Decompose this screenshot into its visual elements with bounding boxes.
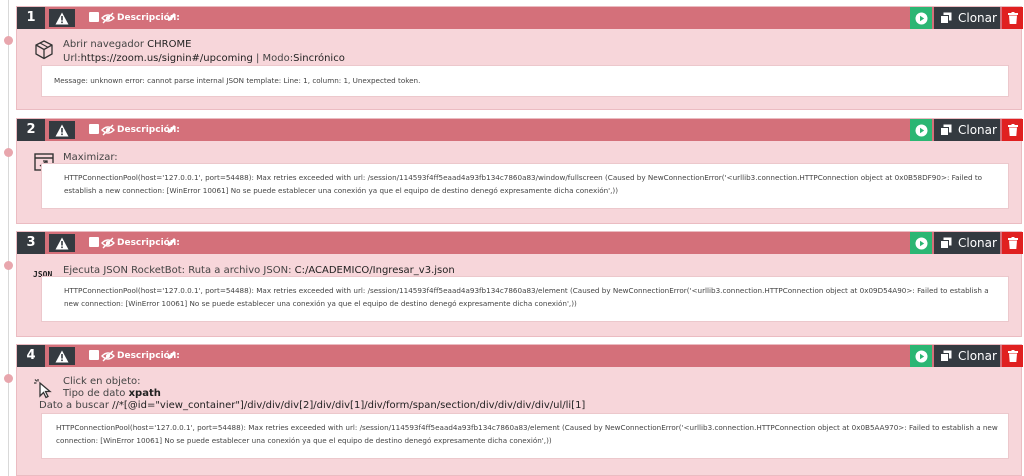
clone-label: Clonar <box>958 123 997 137</box>
timeline-dot <box>4 36 13 45</box>
error-message: HTTPConnectionPool(host='127.0.0.1', por… <box>41 163 1009 209</box>
command-param-type: Tipo de dato xpath <box>63 388 161 399</box>
clone-label: Clonar <box>958 349 997 363</box>
eye-slash-icon[interactable] <box>101 11 115 25</box>
command-header: 4 Descripción: Clonar <box>17 345 1023 367</box>
eye-slash-icon[interactable] <box>101 236 115 250</box>
delete-button[interactable] <box>1002 7 1023 29</box>
clone-label: Clonar <box>958 11 997 25</box>
copy-icon <box>940 124 952 136</box>
trash-icon <box>1007 12 1018 24</box>
command-title: Click en objeto: <box>63 376 141 387</box>
command-card: 3 Descripción: Clonar JSON Ejecuta JSON … <box>16 231 1023 337</box>
pencil-icon[interactable] <box>167 350 177 360</box>
enable-checkbox[interactable] <box>89 124 99 134</box>
error-message: HTTPConnectionPool(host='127.0.0.1', por… <box>41 276 1009 322</box>
timeline-dot <box>4 374 13 383</box>
clone-label: Clonar <box>958 236 997 250</box>
trash-icon <box>1007 237 1018 249</box>
play-icon <box>915 237 927 249</box>
command-card: 2 Descripción: Clonar Maximizar: HTTPCon… <box>16 118 1023 224</box>
command-card: 1 Descripción: Clonar Abrir navegador CH… <box>16 6 1023 110</box>
warning-icon[interactable] <box>47 345 77 367</box>
command-number: 3 <box>17 232 45 254</box>
clone-button[interactable]: Clonar <box>934 345 1000 367</box>
clone-button[interactable]: Clonar <box>934 119 1000 141</box>
cube-icon <box>35 40 53 60</box>
command-card: 4 Descripción: Clonar Click en objeto: T… <box>16 344 1023 476</box>
pencil-icon[interactable] <box>167 12 177 22</box>
cursor-click-icon <box>34 379 52 399</box>
pencil-icon[interactable] <box>167 124 177 134</box>
enable-checkbox[interactable] <box>89 350 99 360</box>
pencil-icon[interactable] <box>167 237 177 247</box>
command-params: Url:https://zoom.us/signin#/upcoming | M… <box>63 53 345 64</box>
warning-icon[interactable] <box>47 119 77 141</box>
run-button[interactable] <box>910 7 932 29</box>
clone-button[interactable]: Clonar <box>934 7 1000 29</box>
warning-icon[interactable] <box>47 232 77 254</box>
play-icon <box>915 350 927 362</box>
error-message: Message: unknown error: cannot parse int… <box>41 65 1009 97</box>
command-header: 2 Descripción: Clonar <box>17 119 1023 141</box>
trash-icon <box>1007 350 1018 362</box>
command-header: 3 Descripción: Clonar <box>17 232 1023 254</box>
copy-icon <box>940 237 952 249</box>
delete-button[interactable] <box>1002 232 1023 254</box>
timeline-dot <box>4 261 13 270</box>
warning-icon[interactable] <box>47 7 77 29</box>
command-param-selector: Dato a buscar //*[@id="view_container"]/… <box>39 400 586 411</box>
play-icon <box>915 12 927 24</box>
command-number: 4 <box>17 345 45 367</box>
error-message: HTTPConnectionPool(host='127.0.0.1', por… <box>41 413 1009 459</box>
delete-button[interactable] <box>1002 119 1023 141</box>
delete-button[interactable] <box>1002 345 1023 367</box>
run-button[interactable] <box>910 119 932 141</box>
trash-icon <box>1007 124 1018 136</box>
play-icon <box>915 124 927 136</box>
run-button[interactable] <box>910 232 932 254</box>
command-title: Abrir navegador CHROME <box>63 39 192 50</box>
timeline-dot <box>4 148 13 157</box>
command-number: 1 <box>17 7 45 29</box>
eye-slash-icon[interactable] <box>101 123 115 137</box>
command-header: 1 Descripción: Clonar <box>17 7 1023 29</box>
enable-checkbox[interactable] <box>89 237 99 247</box>
clone-button[interactable]: Clonar <box>934 232 1000 254</box>
run-button[interactable] <box>910 345 932 367</box>
command-number: 2 <box>17 119 45 141</box>
copy-icon <box>940 350 952 362</box>
timeline-line <box>8 0 9 476</box>
copy-icon <box>940 12 952 24</box>
enable-checkbox[interactable] <box>89 12 99 22</box>
eye-slash-icon[interactable] <box>101 349 115 363</box>
